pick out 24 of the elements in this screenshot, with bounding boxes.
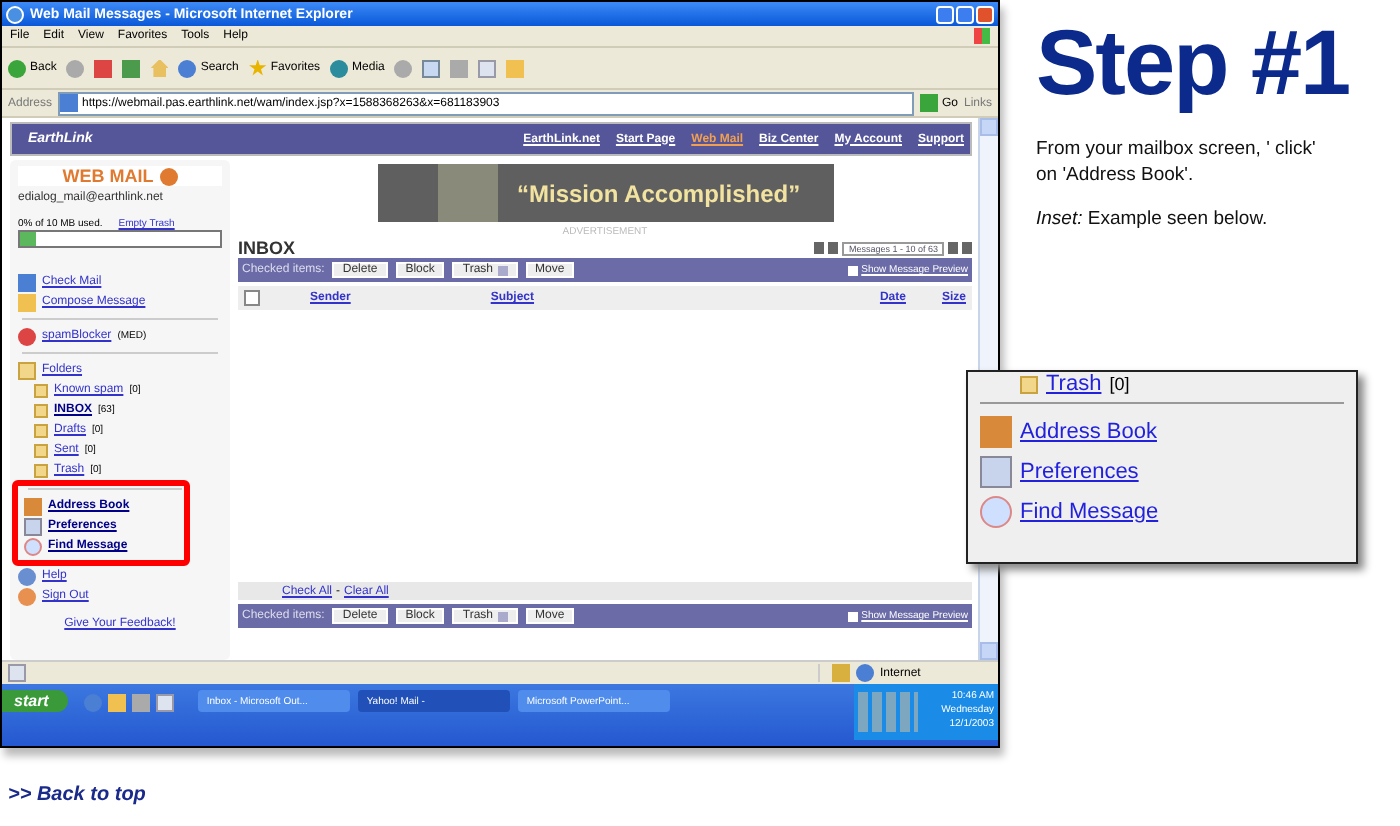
step-title: Step #1 — [1036, 16, 1352, 108]
inbox-title: INBOX — [238, 238, 296, 258]
note-text: Inset: Example seen below. — [1036, 205, 1270, 232]
sidebar-link[interactable]: Address Book — [1020, 420, 1157, 444]
ad-slogan: “Mission Accomplished” — [517, 179, 801, 207]
tray-icons-drawing — [858, 692, 918, 732]
preview-icon — [847, 265, 858, 275]
sidebar-link[interactable]: Preferences — [1020, 460, 1139, 484]
start-button[interactable]: start — [2, 690, 69, 712]
caret-icon — [497, 611, 507, 621]
home-icon[interactable] — [150, 59, 169, 77]
scroll-up-button[interactable] — [980, 118, 998, 136]
caret-icon — [497, 265, 507, 275]
photo-placeholder — [437, 164, 497, 222]
instruction-text: From your mailbox screen, ' click' on 'Address Book'. — [1036, 136, 1318, 190]
folder-count: [0] — [1109, 374, 1130, 394]
brand-title: WEB MAIL — [62, 166, 154, 186]
advertisement-banner[interactable]: “Mission Accomplished” — [377, 164, 833, 222]
back-to-top-link[interactable]: >> Back to top — [8, 784, 146, 806]
select-all-checkbox[interactable] — [244, 290, 260, 306]
folder-link[interactable]: Trash — [1046, 372, 1102, 396]
sidebar-link[interactable]: Find Message — [1020, 500, 1159, 524]
scroll-down-button[interactable] — [980, 642, 998, 660]
preview-icon — [847, 611, 858, 621]
